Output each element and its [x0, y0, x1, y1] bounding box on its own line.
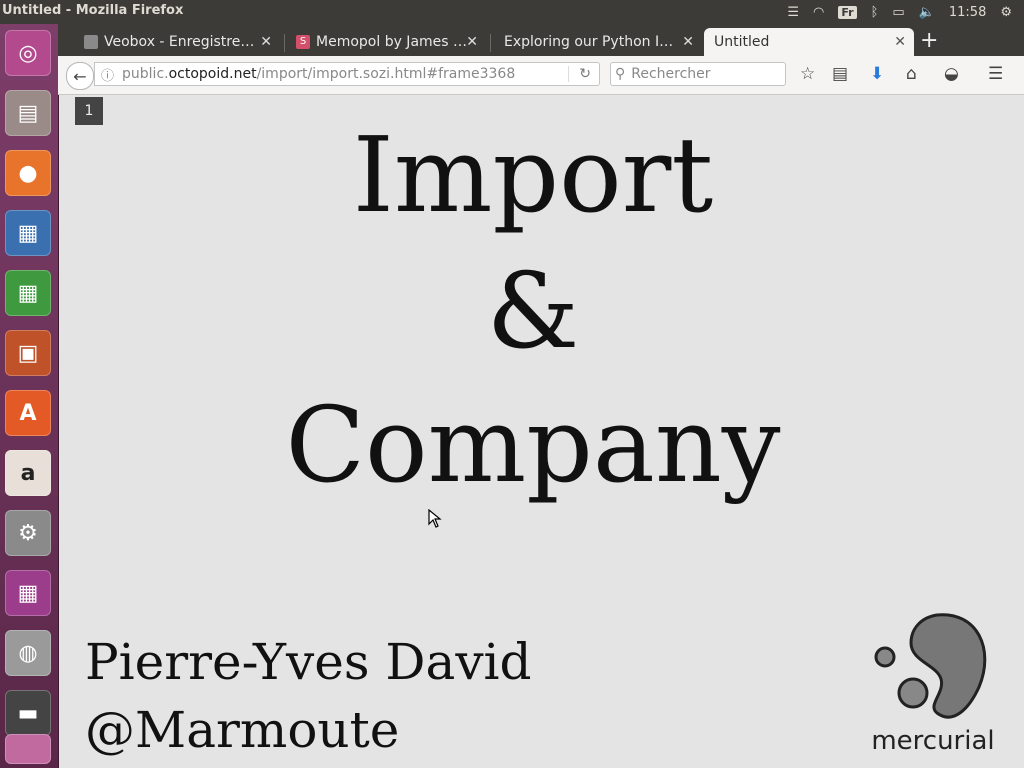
- messaging-menu-icon[interactable]: ☰: [787, 5, 799, 20]
- tab-favicon-icon: S: [296, 35, 310, 49]
- mercurial-logo: mercurial: [871, 613, 995, 756]
- tab-memopol[interactable]: S Memopol by James … ✕: [286, 28, 486, 56]
- tab-label: Exploring our Python I…: [504, 34, 674, 50]
- amazon-icon[interactable]: a: [5, 450, 51, 496]
- downloads-icon[interactable]: ⬇: [870, 64, 884, 84]
- url-domain: octopoid.net: [168, 66, 257, 82]
- close-tab-icon[interactable]: ✕: [894, 34, 906, 50]
- home-icon[interactable]: ⌂: [906, 64, 917, 84]
- tab-exploring-python[interactable]: Exploring our Python I… ✕: [494, 28, 702, 56]
- frame-number[interactable]: 1: [75, 97, 103, 125]
- slide-title-line-3: Company: [285, 384, 781, 506]
- reload-icon[interactable]: ↻: [579, 66, 591, 82]
- tab-label: Memopol by James …: [316, 34, 468, 50]
- site-info-icon[interactable]: ⓘ: [101, 65, 114, 84]
- mouse-cursor-icon: [428, 509, 442, 528]
- close-tab-icon[interactable]: ✕: [682, 34, 694, 50]
- tab-untitled[interactable]: Untitled ✕: [704, 28, 914, 56]
- navigation-toolbar: ← ⓘ public. octopoid.net/import/import.so…: [58, 56, 1024, 95]
- volume-icon[interactable]: 🔈: [919, 5, 935, 20]
- tab-veobox[interactable]: Veobox - Enregistre… ✕: [74, 28, 280, 56]
- software-center-icon[interactable]: A: [5, 390, 51, 436]
- slide-title-line-1: Import: [352, 114, 714, 236]
- mercurial-logo-text: mercurial: [871, 726, 994, 756]
- author-handle: @Marmoute: [85, 701, 400, 759]
- pocket-icon[interactable]: ◒: [944, 64, 959, 84]
- keyboard-layout-indicator[interactable]: Fr: [838, 5, 857, 19]
- menu-icon[interactable]: ☰: [988, 64, 1003, 84]
- bookmarks-list-icon[interactable]: ▤: [832, 64, 848, 84]
- tab-label: Veobox - Enregistre…: [104, 34, 255, 50]
- new-tab-button[interactable]: +: [920, 28, 938, 53]
- ubuntu-dash-icon[interactable]: ◎: [5, 30, 51, 76]
- calc-icon[interactable]: ▦: [5, 270, 51, 316]
- disk-icon[interactable]: ◍: [5, 630, 51, 676]
- top-panel: Untitled - Mozilla Firefox ☰ ◠ Fr ᛒ ▭ 🔈 …: [0, 0, 1024, 24]
- clock[interactable]: 11:58: [949, 5, 986, 20]
- search-icon: ⚲: [615, 66, 626, 82]
- unity-launcher: ◎ ▤ ● ▦ ▦ ▣ A a ⚙ ▦ ◍ ▬: [0, 24, 59, 768]
- writer-icon[interactable]: ▦: [5, 210, 51, 256]
- tab-favicon-icon: [84, 35, 98, 49]
- system-settings-icon[interactable]: ⚙: [5, 510, 51, 556]
- bluetooth-icon[interactable]: ᛒ: [871, 5, 879, 20]
- trash-icon[interactable]: [5, 734, 51, 764]
- slide-title-line-2: &: [486, 250, 580, 372]
- search-placeholder: Rechercher: [631, 66, 711, 82]
- firefox-icon[interactable]: ●: [5, 150, 51, 196]
- battery-icon[interactable]: ▭: [892, 5, 904, 20]
- search-input[interactable]: ⚲ Rechercher: [610, 62, 786, 86]
- page-content: 1 Import & Company Pierre-Yves David @Ma…: [59, 95, 1024, 768]
- tab-label: Untitled: [714, 34, 770, 50]
- system-settings-gear-icon[interactable]: ⚙: [1000, 5, 1012, 20]
- video-editor-icon[interactable]: ▬: [5, 690, 51, 736]
- url-prefix: public.: [122, 66, 169, 82]
- author-name: Pierre-Yves David: [85, 633, 532, 691]
- bookmark-star-icon[interactable]: ☆: [800, 64, 815, 84]
- url-path: /import/import.sozi.html#frame3368: [256, 66, 516, 82]
- impress-icon[interactable]: ▣: [5, 330, 51, 376]
- back-button[interactable]: ←: [66, 62, 94, 90]
- tab-bar: Veobox - Enregistre… ✕ S Memopol by Jame…: [58, 24, 1024, 56]
- close-tab-icon[interactable]: ✕: [260, 34, 272, 50]
- close-tab-icon[interactable]: ✕: [466, 34, 478, 50]
- wifi-icon[interactable]: ◠: [813, 5, 824, 20]
- window-title: Untitled - Mozilla Firefox: [2, 3, 184, 18]
- files-icon[interactable]: ▤: [5, 90, 51, 136]
- url-bar[interactable]: ⓘ public. octopoid.net/import/import.sozi…: [94, 62, 600, 86]
- workspace-switcher-icon[interactable]: ▦: [5, 570, 51, 616]
